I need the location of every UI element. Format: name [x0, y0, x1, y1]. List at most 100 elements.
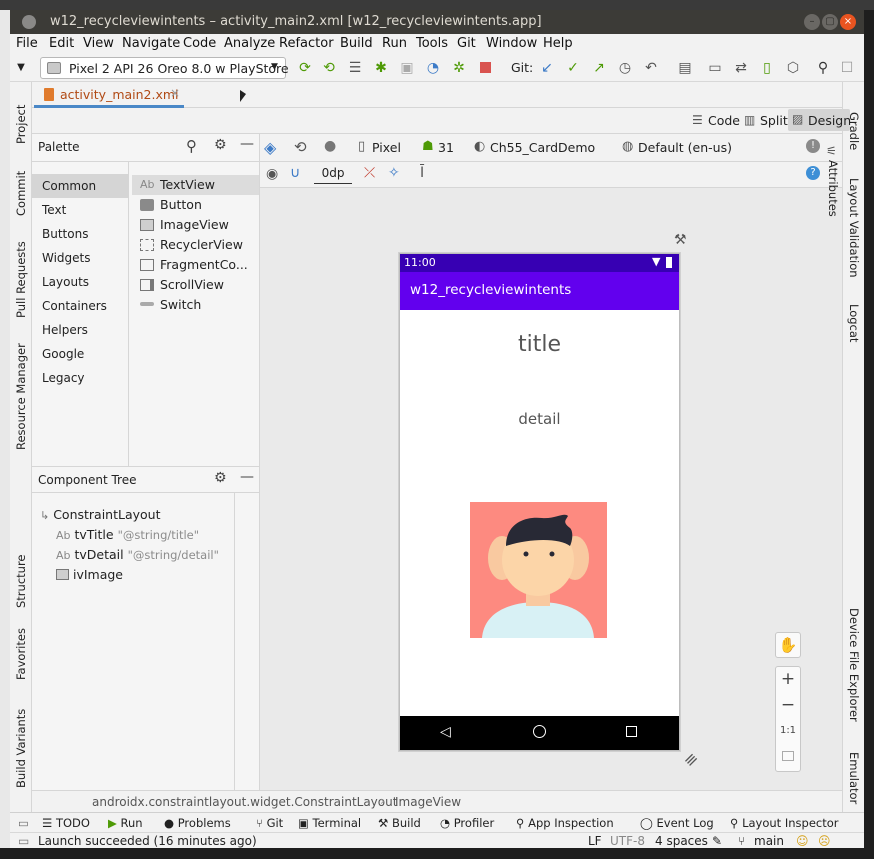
default-margin-field[interactable]: 0dp [314, 166, 352, 184]
palette-category-legacy[interactable]: Legacy [32, 366, 129, 390]
iv-image[interactable] [470, 502, 607, 638]
infer-constraints-icon[interactable]: ✧ [388, 165, 400, 181]
bottom-tab-build[interactable]: ⚒ Build [378, 816, 421, 830]
status-panel-icon[interactable]: ▭ [18, 834, 29, 848]
surface-device-select[interactable]: Pixel [372, 140, 401, 155]
breadcrumb-imageview[interactable]: ImageView [395, 795, 461, 809]
sdk-manager-icon[interactable]: ⬡ [784, 59, 802, 77]
palette-category-helpers[interactable]: Helpers [32, 318, 129, 342]
palette-item-recyclerview[interactable]: RecyclerView [132, 235, 259, 255]
bottom-tab-todo[interactable]: ☰ TODO [42, 816, 90, 830]
warning-icon[interactable]: ! [806, 139, 820, 153]
git-branch[interactable]: main [754, 834, 784, 848]
tool-tab-structure[interactable]: Structure [14, 555, 28, 609]
tv-detail[interactable]: detail [400, 410, 679, 428]
bottom-tab-run[interactable]: ▶ Run [108, 816, 143, 830]
theme-select[interactable]: Ch55_CardDemo [490, 140, 595, 155]
tool-tab-logcat[interactable]: Logcat [847, 304, 861, 342]
bottom-tab-profiler[interactable]: ◔ Profiler [440, 816, 494, 830]
tree-node-constraintlayout[interactable]: ↳ ConstraintLayout [40, 507, 161, 522]
smiley-icon[interactable]: ☺ [796, 834, 809, 848]
menu-help[interactable]: Help [543, 36, 573, 51]
zoom-actual-size-button[interactable]: 1:1 [776, 725, 800, 736]
indent-setting[interactable]: 4 spaces [655, 834, 708, 848]
night-mode-icon[interactable]: ● [324, 138, 336, 154]
menu-navigate[interactable]: Navigate [122, 36, 180, 51]
menu-analyze[interactable]: Analyze [224, 36, 275, 51]
help-icon[interactable]: ? [806, 166, 820, 180]
bottom-tab-git[interactable]: ⑂ Git [256, 816, 283, 830]
menu-refactor[interactable]: Refactor [279, 36, 334, 51]
tool-windows-icon[interactable]: ▭ [18, 816, 29, 830]
tool-tab-attributes[interactable]: Attributes [826, 160, 840, 217]
palette-category-common[interactable]: Common [32, 174, 129, 198]
palette-category-widgets[interactable]: Widgets [32, 246, 129, 270]
device-selector[interactable]: Pixel 2 API 26 Oreo 8.0 w PlayStore ▼ [40, 57, 289, 79]
api-level-select[interactable]: 31 [438, 140, 454, 155]
palette-item-imageview[interactable]: ImageView [132, 215, 259, 235]
maximize-button[interactable]: ▢ [822, 14, 838, 30]
debug-app-icon[interactable]: ✲ [450, 59, 468, 77]
run-config-icon[interactable]: ☰ [346, 59, 364, 77]
tool-tab-pull-requests[interactable]: Pull Requests [14, 241, 28, 318]
minimize-button[interactable]: – [804, 14, 820, 30]
palette-item-scrollview[interactable]: ScrollView [132, 275, 259, 295]
palette-category-google[interactable]: Google [32, 342, 129, 366]
minimize-panel-icon[interactable]: — [240, 469, 254, 485]
design-view-button[interactable]: ▨ Design [788, 109, 851, 131]
apply-changes-icon[interactable]: ⟳ [296, 59, 314, 77]
line-separator[interactable]: LF [588, 834, 602, 848]
menu-file[interactable]: File [16, 36, 38, 51]
palette-item-fragmentcontainer[interactable]: FragmentCo... [132, 255, 259, 275]
tree-node-tvtitle[interactable]: Ab tvTitle "@string/title" [56, 527, 199, 542]
magnet-icon[interactable]: ∪ [290, 165, 300, 181]
menu-run[interactable]: Run [382, 36, 407, 51]
zoom-fit-icon[interactable] [782, 751, 794, 761]
git-rollback-icon[interactable]: ↶ [642, 59, 660, 77]
bottom-tab-layout-inspector[interactable]: ⚲ Layout Inspector [730, 816, 839, 830]
toolbar-dropdown-icon[interactable]: ▼ [12, 59, 30, 77]
git-commit-icon[interactable]: ✓ [564, 59, 582, 77]
menu-edit[interactable]: Edit [49, 36, 74, 51]
palette-item-switch[interactable]: Switch [132, 295, 259, 315]
palette-category-buttons[interactable]: Buttons [32, 222, 129, 246]
locale-select[interactable]: Default (en-us) [638, 140, 732, 155]
tool-tab-layout-validation[interactable]: Layout Validation [847, 178, 861, 278]
search-icon[interactable]: ⚲ [186, 137, 197, 155]
bottom-tab-problems[interactable]: ● Problems [164, 816, 231, 830]
gear-icon[interactable]: ⚙ [214, 470, 227, 486]
bottom-tab-terminal[interactable]: ▣ Terminal [298, 816, 361, 830]
feedback-icon[interactable]: ☹ [818, 834, 831, 848]
git-history-icon[interactable]: ◷ [616, 59, 634, 77]
tool-tab-resource-manager[interactable]: Resource Manager [14, 343, 28, 450]
bottom-tab-event-log[interactable]: ◯ Event Log [640, 816, 714, 830]
tree-node-ivimage[interactable]: ivImage [56, 567, 123, 582]
tool-tab-build-variants[interactable]: Build Variants [14, 709, 28, 788]
file-encoding[interactable]: UTF-8 [610, 834, 645, 848]
palette-category-containers[interactable]: Containers [32, 294, 129, 318]
menu-code[interactable]: Code [183, 36, 216, 51]
menu-tools[interactable]: Tools [416, 36, 448, 51]
zoom-out-button[interactable]: − [776, 695, 800, 715]
tool-tab-project[interactable]: Project [14, 105, 28, 144]
gear-icon[interactable]: ⚙ [214, 137, 227, 153]
tool-tab-emulator[interactable]: Emulator [847, 752, 861, 804]
search-icon[interactable]: ⚲ [814, 59, 832, 77]
tree-node-tvdetail[interactable]: Ab tvDetail "@string/detail" [56, 547, 219, 562]
project-structure-icon[interactable]: ▤ [676, 59, 694, 77]
menu-window[interactable]: Window [486, 36, 537, 51]
orientation-icon[interactable]: ⟲ [294, 138, 307, 156]
git-update-icon[interactable]: ↙ [538, 59, 556, 77]
pencil-icon[interactable]: ✎ [712, 834, 722, 848]
clear-constraints-icon[interactable]: ⤫ [364, 165, 375, 181]
bottom-tab-app-inspection[interactable]: ⚲ App Inspection [516, 816, 614, 830]
tv-title[interactable]: title [400, 332, 679, 357]
profile-icon[interactable]: ◔ [424, 59, 442, 77]
tool-tab-favorites[interactable]: Favorites [14, 628, 28, 680]
git-push-icon[interactable]: ↗ [590, 59, 608, 77]
zoom-in-button[interactable]: + [776, 669, 800, 689]
apply-code-changes-icon[interactable]: ⟲ [320, 59, 338, 77]
close-button[interactable]: × [840, 14, 856, 30]
menu-build[interactable]: Build [340, 36, 373, 51]
menu-git[interactable]: Git [457, 36, 476, 51]
